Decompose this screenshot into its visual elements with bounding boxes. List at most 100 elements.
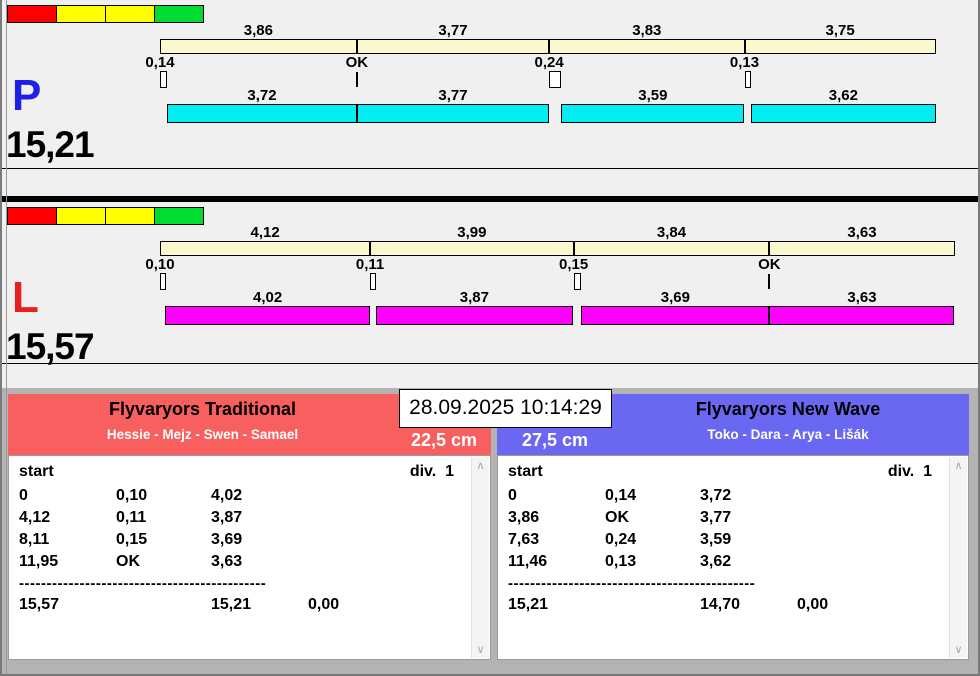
lane-letter: L — [12, 276, 39, 320]
sheet-cell: 4,12 — [19, 509, 50, 527]
run-time-label: 3,62 — [801, 88, 885, 103]
window-frame-left — [0, 0, 2, 676]
sheet-cell: 11,46 — [508, 553, 547, 571]
dog-run-bar — [376, 306, 573, 325]
sheet-separator: ----------------------------------------… — [508, 575, 755, 593]
split-tick — [369, 241, 371, 256]
scrollbar-up-icon[interactable]: ∧ — [950, 459, 967, 472]
start-light — [56, 5, 106, 23]
split-tick — [573, 241, 575, 256]
run-time-label: 4,02 — [226, 290, 310, 305]
start-light — [7, 207, 57, 225]
sheet-separator: ----------------------------------------… — [19, 575, 266, 593]
gap-marker — [745, 71, 752, 88]
gap-time-label: 0,15 — [532, 257, 616, 272]
sheet-total-cell: 15,57 — [19, 596, 59, 614]
sheet-cell: 3,86 — [508, 509, 539, 527]
dog-run-bar — [769, 306, 954, 325]
sheet-cell: 3,87 — [211, 509, 242, 527]
team-name: Flyvaryors Traditional — [8, 399, 397, 420]
window-frame-left-inner — [6, 0, 7, 676]
scrollbar-down-icon[interactable]: ∨ — [950, 643, 967, 656]
split-tick — [768, 241, 770, 256]
team-members: Hessie - Mejz - Swen - Samael — [8, 427, 397, 442]
start-lights — [8, 5, 204, 23]
gap-marker — [370, 273, 376, 290]
sheet-cell: 0,11 — [116, 509, 146, 527]
sheet-total-cell: 15,21 — [508, 596, 548, 614]
split-time-label: 3,83 — [605, 23, 689, 38]
team-block-traditional: Flyvaryors Traditional Hessie - Mejz - S… — [8, 394, 491, 660]
team-members: Toko - Dara - Arya - Lišák — [607, 427, 969, 442]
run-time-label: 3,69 — [633, 290, 717, 305]
team-name: Flyvaryors New Wave — [607, 399, 969, 420]
start-light — [154, 5, 204, 23]
split-time-label: 3,86 — [216, 23, 300, 38]
lane-total-time: 15,21 — [6, 126, 94, 163]
results-panel: Flyvaryors Traditional Hessie - Mejz - S… — [2, 388, 978, 674]
split-tick — [548, 39, 550, 54]
sheet-division-label: div. 1 — [888, 463, 932, 481]
split-time-label: 4,12 — [223, 225, 307, 240]
lane-letter: P — [12, 74, 41, 118]
start-light — [105, 5, 155, 23]
sheet-cell: 8,11 — [19, 531, 49, 549]
lane-panel-left: L 15,57 4,123,993,843,630,104,020,113,87… — [2, 202, 978, 364]
gap-ok-marker — [356, 72, 358, 87]
split-time-label: 3,63 — [820, 225, 904, 240]
sheet-division-label: div. 1 — [410, 463, 454, 481]
scrollbar-down-icon[interactable]: ∨ — [472, 643, 489, 656]
sheet-cell: 0,10 — [116, 487, 147, 505]
sheet-cell: 3,72 — [700, 487, 731, 505]
start-lights — [8, 207, 204, 225]
split-tick — [744, 39, 746, 54]
split-time-label: 3,84 — [630, 225, 714, 240]
scrollbar[interactable]: ∧ ∨ — [471, 457, 489, 658]
datetime-display: 28.09.2025 10:14:29 — [399, 389, 612, 428]
sheet-cell: 0,15 — [116, 531, 147, 549]
gap-time-label: 0,24 — [507, 55, 591, 70]
run-time-label: 3,77 — [411, 88, 495, 103]
run-time-label: 3,87 — [432, 290, 516, 305]
start-light — [105, 207, 155, 225]
start-light — [56, 207, 106, 225]
team-block-new-wave: Flyvaryors New Wave Toko - Dara - Arya -… — [497, 394, 969, 660]
run-time-label: 3,72 — [220, 88, 304, 103]
gap-time-label: 0,11 — [328, 257, 412, 272]
results-sheet: start div. 1 ---------------------------… — [8, 455, 491, 660]
gap-marker — [160, 71, 167, 88]
sheet-cell: OK — [116, 553, 140, 571]
dog-run-bar — [581, 306, 769, 325]
jump-height: 22,5 cm — [397, 430, 491, 451]
start-light — [154, 207, 204, 225]
gap-time-label: OK — [727, 257, 811, 272]
run-time-label: 3,59 — [611, 88, 695, 103]
run-time-label: 3,63 — [820, 290, 904, 305]
dog-run-bar — [751, 104, 936, 123]
dog-run-bar — [165, 306, 370, 325]
gap-time-label: 0,13 — [703, 55, 787, 70]
results-sheet: start div. 1 ---------------------------… — [497, 455, 969, 660]
split-time-label: 3,99 — [430, 225, 514, 240]
gap-marker — [160, 273, 166, 290]
sheet-cell: 0,13 — [605, 553, 636, 571]
sheet-total-cell: 0,00 — [797, 596, 828, 614]
start-light — [7, 5, 57, 23]
dog-run-bar — [167, 104, 357, 123]
sheet-cell: 3,77 — [700, 509, 731, 527]
scrollbar[interactable]: ∧ ∨ — [949, 457, 967, 658]
sheet-cell: 11,95 — [19, 553, 58, 571]
scrollbar-up-icon[interactable]: ∧ — [472, 459, 489, 472]
sheet-cell: 4,02 — [211, 487, 242, 505]
sheet-cell: 0,24 — [605, 531, 636, 549]
sheet-start-label: start — [508, 463, 543, 481]
split-time-label: 3,75 — [798, 23, 882, 38]
sheet-cell: 0 — [19, 487, 28, 505]
lane-panel-right: P 15,21 3,863,773,833,750,143,72OK3,770,… — [2, 0, 978, 169]
dog-run-bar — [561, 104, 744, 123]
dog-run-bar — [357, 104, 549, 123]
sheet-cell: 0,14 — [605, 487, 636, 505]
gap-marker — [574, 273, 582, 290]
sheet-cell: 7,63 — [508, 531, 539, 549]
sheet-total-cell: 14,70 — [700, 596, 740, 614]
